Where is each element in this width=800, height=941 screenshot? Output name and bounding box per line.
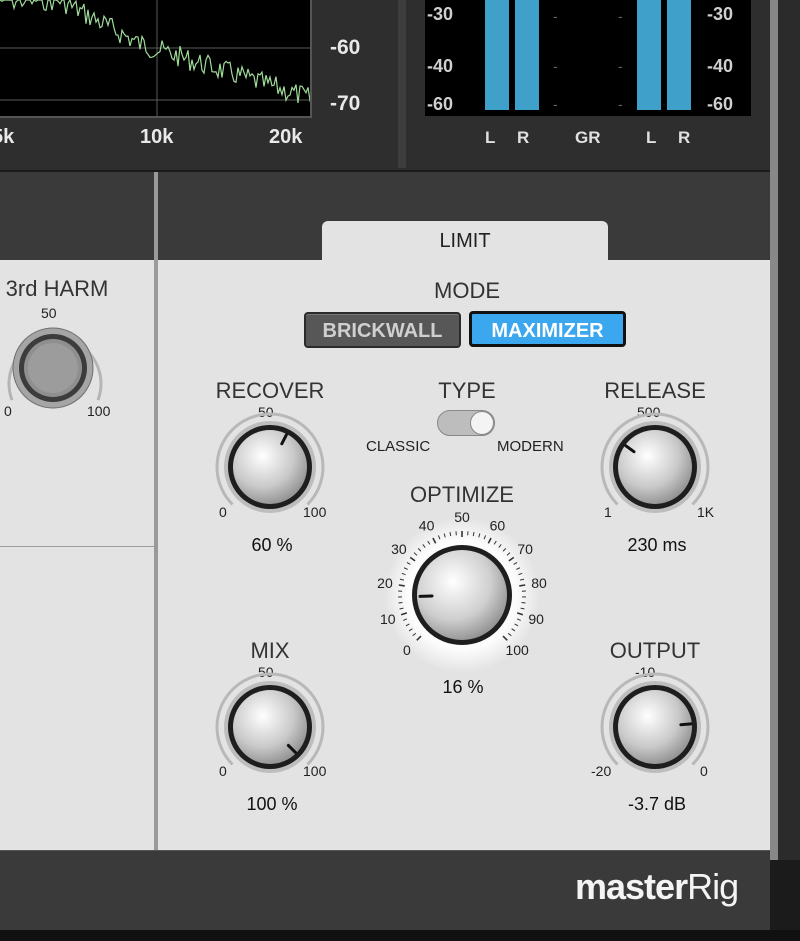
knob-indicator [679, 722, 693, 727]
channel-label-gr: GR [575, 128, 601, 147]
optimize-scale-label: 20 [377, 575, 393, 591]
brand-logo-bold: master [575, 866, 688, 907]
channel-label-r: R [678, 128, 691, 147]
optimize-tick [398, 584, 405, 587]
spectrum-border [0, 0, 312, 118]
optimize-scale-label: 60 [490, 518, 506, 534]
mode-brickwall-button[interactable]: BRICKWALL [304, 312, 461, 348]
left-module-header [0, 172, 154, 260]
freq-label-20k: 20k [269, 126, 303, 148]
meter-dash: - [553, 96, 558, 112]
optimize-knob[interactable]: 0 10 20 30 40 50 60 70 80 90 100 [372, 508, 552, 678]
release-value: 230 ms [627, 535, 687, 555]
optimize-scale-label: 70 [517, 541, 533, 557]
optimize-scale-label: 0 [403, 642, 411, 658]
mix-label: MIX [250, 638, 290, 663]
db-label-70: -70 [330, 92, 361, 115]
optimize-scale-label: 50 [454, 509, 470, 525]
meter-tick: -60 [427, 94, 454, 114]
db-label-60: -60 [330, 36, 361, 59]
mix-value: 100 % [246, 794, 298, 814]
meter-bar-in-l [485, 0, 509, 110]
brand-logo: masterRig [575, 866, 739, 908]
tab-limit[interactable]: LIMIT [322, 221, 608, 260]
type-modern-label: MODERN [497, 438, 564, 455]
output-label: OUTPUT [609, 638, 701, 663]
recover-value: 60 % [251, 535, 293, 555]
recover-label: RECOVER [215, 378, 325, 403]
freq-label-10k: 10k [140, 126, 174, 148]
bottom-strip [0, 930, 800, 941]
left-module-divider [0, 546, 154, 547]
optimize-tick [521, 602, 526, 604]
meter-dash: - [618, 96, 623, 112]
meter-tick: -40 [707, 56, 734, 76]
channel-label-l: L [485, 128, 496, 147]
meter-dash: - [618, 58, 623, 74]
brand-logo-light: Rig [687, 866, 739, 907]
meter-tick: -60 [707, 94, 734, 114]
optimize-scale-label: 10 [380, 611, 396, 627]
type-label: TYPE [438, 378, 496, 403]
meter-dash: - [553, 58, 558, 74]
optimize-scale-label: 100 [505, 642, 529, 658]
type-classic-label: CLASSIC [366, 438, 431, 455]
meter-tick: -30 [427, 4, 454, 24]
optimize-scale-label: 30 [391, 541, 407, 557]
top-divider [398, 0, 406, 168]
channel-label-l: L [646, 128, 657, 147]
meter-bar-out-l [637, 0, 661, 110]
output-value: -3.7 dB [627, 794, 687, 814]
harm-knob[interactable] [0, 320, 110, 420]
meter-bar-out-r [667, 0, 691, 110]
freq-label-5k: 5k [0, 126, 15, 148]
mix-knob[interactable] [210, 672, 330, 784]
harm-scale-top: 50 [41, 305, 57, 321]
level-meters: -30 -40 -60 -30 -40 -60 - - - - - - [425, 0, 751, 116]
meter-dash: - [618, 8, 623, 24]
optimize-scale-label: 80 [531, 575, 547, 591]
channel-label-r: R [517, 128, 530, 147]
optimize-value: 16 % [442, 677, 484, 697]
mode-maximizer-button[interactable]: MAXIMIZER [469, 311, 626, 347]
recover-knob[interactable] [210, 412, 330, 524]
mode-label: MODE [434, 278, 500, 303]
release-knob[interactable] [596, 412, 716, 524]
meter-dash: - [553, 8, 558, 24]
meter-tick: -40 [427, 56, 454, 76]
window-frame-edge [770, 0, 778, 860]
optimize-scale-label: 40 [419, 518, 435, 534]
optimize-label: OPTIMIZE [410, 482, 514, 507]
harm-label: 3rd HARM [5, 276, 109, 301]
type-toggle-thumb[interactable] [470, 411, 494, 435]
meter-tick: -30 [707, 4, 734, 24]
optimize-tick [519, 584, 526, 587]
output-knob[interactable] [596, 672, 716, 784]
meter-bar-in-r [515, 0, 539, 110]
optimize-tick [398, 602, 403, 604]
release-label: RELEASE [604, 378, 706, 403]
optimize-scale-label: 90 [528, 611, 544, 627]
left-module-panel [0, 172, 154, 850]
